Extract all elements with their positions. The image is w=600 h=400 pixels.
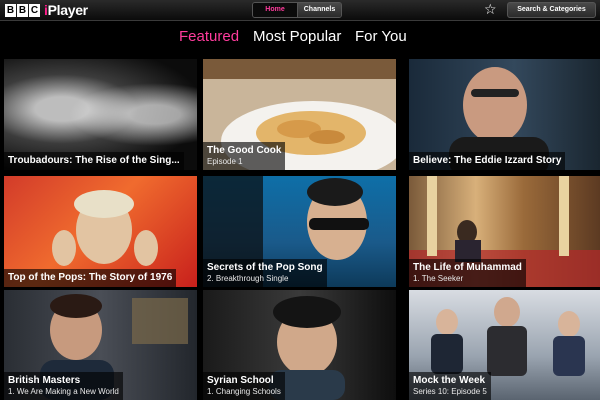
programme-title: The Good Cook [207, 145, 282, 156]
programme-subtitle: Episode 1 [207, 157, 243, 166]
programme-tile-the-good-cook[interactable]: The Good Cook Episode 1 [203, 59, 396, 170]
programme-grid: Troubadours: The Rise of the Sing... The… [0, 59, 600, 400]
logo-letter-b2: B [17, 4, 28, 17]
programme-tile-british-masters[interactable]: British Masters 1. We Are Making a New W… [4, 290, 197, 400]
programme-title: Believe: The Eddie Izzard Story [413, 155, 562, 166]
programme-subtitle: 2. Breakthrough Single [207, 274, 289, 283]
programme-title: Mock the Week [413, 375, 486, 386]
tab-for-you[interactable]: For You [355, 27, 407, 47]
star-icon[interactable]: ☆ [484, 1, 497, 19]
tile-caption: The Life of Muhammad 1. The Seeker [409, 259, 526, 287]
category-tabs: Featured Most Popular For You [0, 21, 600, 54]
tile-caption: Mock the Week Series 10: Episode 5 [409, 372, 491, 400]
tile-caption: Top of the Pops: The Story of 1976 [4, 269, 177, 287]
logo-iplayer-text: iPlayer [44, 3, 88, 18]
tile-caption: Syrian School 1. Changing Schools [203, 372, 285, 400]
programme-subtitle: 1. Changing Schools [207, 387, 281, 396]
programme-tile-life-of-muhammad[interactable]: The Life of Muhammad 1. The Seeker [409, 176, 600, 287]
programme-subtitle: Series 10: Episode 5 [413, 387, 487, 396]
programme-subtitle: 1. We Are Making a New World [8, 387, 119, 396]
programme-tile-syrian-school[interactable]: Syrian School 1. Changing Schools [203, 290, 396, 400]
programme-tile-believe-eddie-izzard[interactable]: Believe: The Eddie Izzard Story [409, 59, 600, 170]
programme-tile-troubadours[interactable]: Troubadours: The Rise of the Sing... [4, 59, 197, 170]
logo-player: Player [47, 2, 89, 18]
tile-caption: Secrets of the Pop Song 2. Breakthrough … [203, 259, 327, 287]
programme-tile-secrets-of-the-pop-song[interactable]: Secrets of the Pop Song 2. Breakthrough … [203, 176, 396, 287]
nav-home-button[interactable]: Home [253, 3, 297, 17]
tile-caption: Believe: The Eddie Izzard Story [409, 152, 566, 170]
programme-title: Troubadours: The Rise of the Sing... [8, 155, 180, 166]
programme-title: Syrian School [207, 375, 274, 386]
top-bar: B B C iPlayer Home Channels ☆ Search & C… [0, 0, 600, 21]
programme-tile-mock-the-week[interactable]: Mock the Week Series 10: Episode 5 [409, 290, 600, 400]
programme-tile-top-of-the-pops-1976[interactable]: Top of the Pops: The Story of 1976 [4, 176, 197, 287]
tab-most-popular[interactable]: Most Popular [253, 27, 341, 47]
bbc-iplayer-logo[interactable]: B B C iPlayer [5, 3, 88, 18]
search-categories-button[interactable]: Search & Categories [507, 2, 596, 18]
tile-caption: British Masters 1. We Are Making a New W… [4, 372, 123, 400]
programme-title: Secrets of the Pop Song [207, 262, 323, 273]
programme-title: The Life of Muhammad [413, 262, 522, 273]
logo-letter-b1: B [5, 4, 16, 17]
nav-channels-button[interactable]: Channels [297, 3, 341, 17]
logo-letter-c: C [29, 4, 40, 17]
tab-featured[interactable]: Featured [179, 27, 239, 47]
tile-caption: The Good Cook Episode 1 [203, 142, 286, 170]
programme-title: British Masters [8, 375, 81, 386]
programme-subtitle: 1. The Seeker [413, 274, 464, 283]
main-nav: Home Channels [252, 2, 342, 18]
tile-caption: Troubadours: The Rise of the Sing... [4, 152, 184, 170]
programme-title: Top of the Pops: The Story of 1976 [8, 272, 173, 283]
